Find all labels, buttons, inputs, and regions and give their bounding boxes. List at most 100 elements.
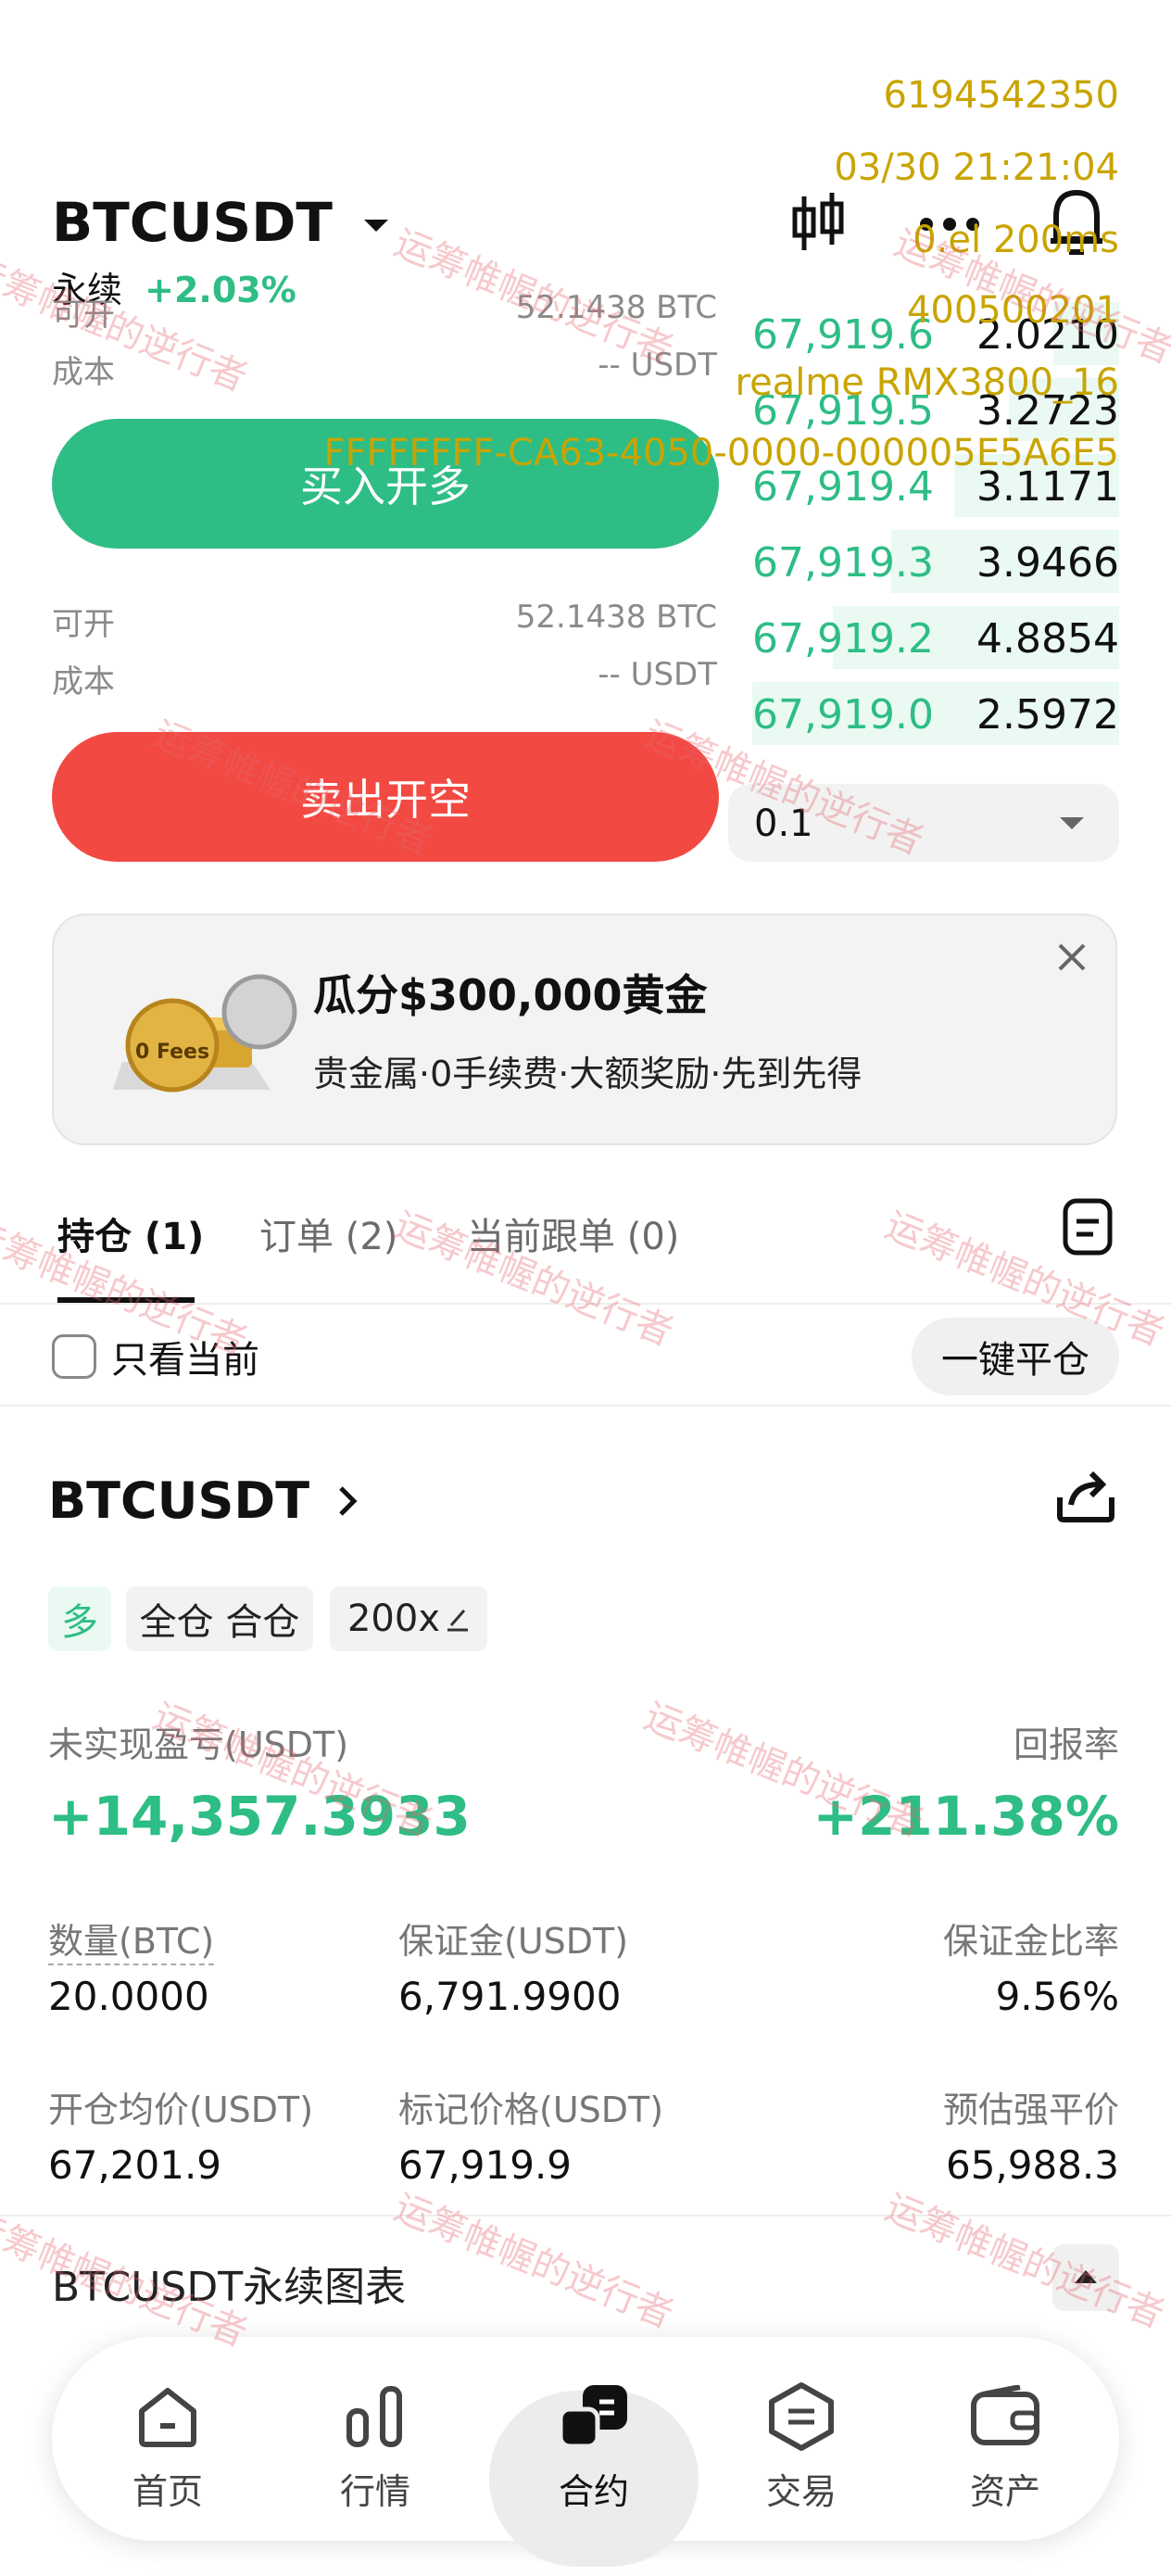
close-all-label: 一键平仓 (941, 1339, 1089, 1382)
overlay-line-4: 400500201 (906, 289, 1119, 332)
promo-title: 瓜分$300,000黄金 (313, 970, 708, 1020)
exchange-icon (769, 2382, 834, 2451)
nav-contracts[interactable]: 合约 (515, 2372, 673, 2530)
buy-cost-label: 成本 (52, 354, 115, 391)
margin-value: 6,791.9900 (398, 1974, 622, 2019)
divider (0, 1303, 1171, 1305)
nav-markets[interactable]: 行情 (296, 2372, 454, 2530)
orderbook-row[interactable]: 67,919.0 2.5972 (752, 678, 1119, 749)
overlay-line-6: FFFFFFFF-CA63-4050-0000-000005E5A6E5 (323, 432, 1119, 474)
book-qty: 4.8854 (976, 615, 1119, 663)
nav-trade-label: 交易 (765, 2471, 837, 2512)
buy-available-value: 52.1438 BTC (515, 289, 717, 326)
precision-select[interactable]: 0.1 (728, 784, 1119, 862)
roe-label: 回报率 (1013, 1724, 1119, 1765)
nav-trade[interactable]: 交易 (723, 2372, 880, 2530)
price-change: +2.03% (145, 270, 296, 310)
orderbook-row[interactable]: 67,919.2 4.8854 (752, 602, 1119, 673)
side-tag: 多 (48, 1586, 111, 1651)
buy-cost-value: -- USDT (598, 347, 717, 384)
close-icon[interactable] (1056, 941, 1088, 973)
buy-available-label: 可开 (52, 297, 115, 334)
nav-assets-label: 资产 (969, 2471, 1040, 2512)
sell-short-label: 卖出开空 (300, 775, 471, 825)
entry-price-value: 67,201.9 (48, 2142, 222, 2188)
sell-available-label: 可开 (52, 606, 115, 643)
margin-mode-tag[interactable]: 全仓 合仓 (126, 1586, 313, 1651)
book-qty: 3.9466 (976, 539, 1119, 587)
orderbook-row[interactable]: 67,919.3 3.9466 (752, 526, 1119, 597)
caret-up-icon (1075, 2270, 1097, 2283)
edit-icon (447, 1610, 469, 1632)
nav-home-label: 首页 (132, 2471, 203, 2512)
collapse-button[interactable] (1052, 2244, 1119, 2311)
sell-cost-value: -- USDT (598, 656, 717, 693)
nav-assets[interactable]: 资产 (926, 2372, 1084, 2530)
precision-value: 0.1 (754, 802, 813, 845)
chart-section-title[interactable]: BTCUSDT永续图表 (52, 2254, 406, 2313)
home-icon (139, 2388, 196, 2447)
watermark: 运筹帷幄的逆行者 (879, 2186, 1170, 2337)
sell-short-button[interactable]: 卖出开空 (52, 732, 719, 862)
watermark: 运筹帷幄的逆行者 (388, 2186, 679, 2337)
divider (0, 2215, 1171, 2216)
share-icon[interactable] (1054, 1464, 1117, 1523)
caret-down-icon (1060, 817, 1084, 829)
only-current-filter[interactable]: 只看当前 (52, 1329, 259, 1384)
wallet-icon (971, 2385, 1039, 2445)
chevron-right-icon (339, 1485, 358, 1516)
qty-value: 20.0000 (48, 1974, 209, 2019)
candlestick-icon[interactable] (789, 191, 849, 256)
promo-subtitle: 贵金属·0手续费·大额奖励·先到先得 (313, 1054, 863, 1094)
mark-price-label: 标记价格(USDT) (398, 2090, 664, 2130)
pnl-value: +14,357.3933 (48, 1785, 471, 1848)
margin-ratio-label: 保证金比率 (942, 1921, 1119, 1962)
qty-label[interactable]: 数量(BTC) (48, 1913, 215, 1965)
book-price: 67,919.2 (752, 615, 934, 663)
tab-orders-label: 订单 (2) (259, 1216, 398, 1258)
entry-price-label: 开仓均价(USDT) (48, 2090, 314, 2130)
nav-contracts-label: 合约 (558, 2471, 629, 2512)
book-qty: 2.5972 (976, 691, 1119, 739)
overlay-line-2: 03/30 21:21:04 (834, 146, 1119, 189)
overlay-line-1: 6194542350 (883, 74, 1120, 117)
tab-copy-trades-label: 当前跟单 (0) (467, 1216, 680, 1258)
symbol-title[interactable]: BTCUSDT (52, 191, 389, 254)
close-all-button[interactable]: 一键平仓 (912, 1318, 1119, 1395)
overlay-line-5: realme RMX3800_16 (735, 361, 1120, 404)
tab-positions[interactable]: 持仓 (1) (57, 1206, 204, 1260)
sell-available-value: 52.1438 BTC (515, 599, 717, 636)
nav-home[interactable]: 首页 (89, 2372, 246, 2530)
chevron-down-icon (364, 220, 389, 233)
gold-coin-image: 0 Fees (113, 974, 297, 1092)
position-symbol-name: BTCUSDT (48, 1471, 310, 1530)
document-icon[interactable] (1062, 1197, 1114, 1256)
book-price: 67,919.3 (752, 539, 934, 587)
liq-price-value: 65,988.3 (945, 2142, 1119, 2188)
sell-cost-label: 成本 (52, 663, 115, 701)
promo-image-text: 0 Fees (135, 1041, 209, 1064)
leverage-tag[interactable]: 200x (330, 1586, 487, 1651)
symbol-name: BTCUSDT (52, 191, 333, 254)
margin-ratio-value: 9.56% (995, 1974, 1119, 2019)
contract-icon (558, 2385, 627, 2449)
margin-label: 保证金(USDT) (398, 1921, 629, 1962)
liq-price-label: 预估强平价 (942, 2090, 1119, 2130)
side-tag-label: 多 (61, 1601, 98, 1644)
checkbox[interactable] (52, 1334, 96, 1379)
tab-positions-label: 持仓 (1) (57, 1216, 205, 1258)
mark-price-value: 67,919.9 (398, 2142, 573, 2188)
bar-chart-icon (346, 2386, 402, 2447)
checkbox-label: 只看当前 (111, 1339, 259, 1382)
leverage-label: 200x (346, 1597, 441, 1640)
overlay-line-3: 0.el 200ms (913, 219, 1119, 261)
book-price: 67,919.0 (752, 691, 934, 739)
divider (0, 1405, 1171, 1407)
roe-value: +211.38% (812, 1785, 1119, 1848)
pnl-label: 未实现盈亏(USDT) (48, 1724, 349, 1765)
promo-banner[interactable]: 0 Fees 瓜分$300,000黄金 贵金属·0手续费·大额奖励·先到先得 (52, 914, 1117, 1145)
tab-orders[interactable]: 订单 (2) (259, 1206, 397, 1260)
position-symbol[interactable]: BTCUSDT (48, 1471, 358, 1530)
tab-copy-trades[interactable]: 当前跟单 (0) (467, 1206, 679, 1260)
margin-mode-label: 全仓 合仓 (139, 1601, 300, 1644)
